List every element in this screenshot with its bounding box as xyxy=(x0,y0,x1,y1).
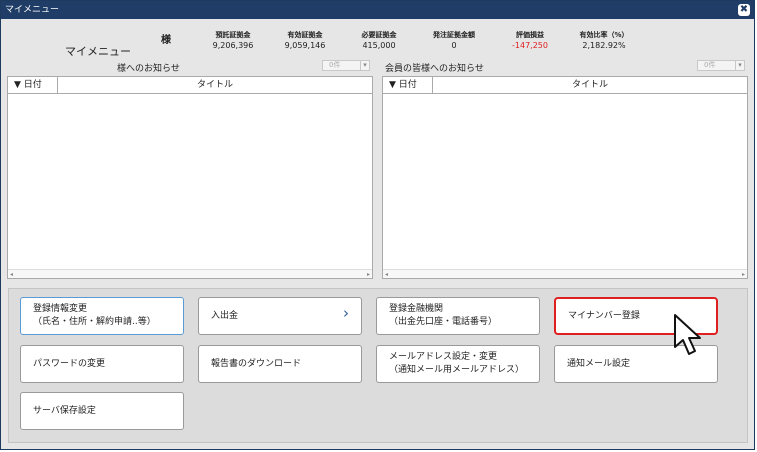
table-header: ▼ 日付 タイトル xyxy=(8,77,372,94)
mouse-cursor-icon xyxy=(674,314,701,355)
stat-order-margin: 発注証拠金額 0 xyxy=(414,30,494,50)
column-header-date[interactable]: ▼ 日付 xyxy=(383,77,433,94)
members-notice-label: 会員の皆様へのお知らせ xyxy=(385,64,484,74)
stat-value: 0 xyxy=(451,41,457,50)
stat-label: 預託証拠金 xyxy=(215,31,251,39)
stat-effective-margin: 有効証拠金 9,059,146 xyxy=(265,30,345,50)
window-titlebar: マイメニュー ✖ xyxy=(1,1,754,19)
personal-notice-label: 様へのお知らせ xyxy=(117,64,180,74)
count-value: 0件 xyxy=(329,61,341,69)
mymenu-window: マイメニュー ✖ 様 マイメニュー 預託証拠金 9,206,396 有効証拠金 … xyxy=(0,0,755,450)
report-download-button[interactable]: 報告書のダウンロード xyxy=(198,345,362,383)
button-label: メールアドレス設定・変更 （通知メール用メールアドレス） xyxy=(389,352,525,375)
button-label: 入出金 xyxy=(211,310,239,321)
chevron-right-icon: › xyxy=(343,304,349,322)
button-label: サーバ保存設定 xyxy=(33,405,96,416)
server-save-settings-button[interactable]: サーバ保存設定 xyxy=(20,392,184,430)
deposit-withdraw-button[interactable]: 入出金 › xyxy=(198,297,362,335)
scroll-right-icon[interactable]: ▸ xyxy=(742,270,745,279)
column-header-date[interactable]: ▼ 日付 xyxy=(8,77,58,94)
button-label: 登録情報変更 （氏名・住所・解約申請..等） xyxy=(33,304,156,327)
column-header-title[interactable]: タイトル xyxy=(58,77,372,94)
personal-notice-count-select[interactable]: 0件 ▾ xyxy=(322,60,370,71)
personal-notice-table: ▼ 日付 タイトル ◂ ▸ xyxy=(7,76,373,279)
button-label: 登録金融機関 （出金先口座・電話番号） xyxy=(389,304,498,327)
stat-unrealized-pl: 評価損益 -147,250 xyxy=(490,30,570,50)
scroll-left-icon[interactable]: ◂ xyxy=(385,270,388,279)
bank-registration-button[interactable]: 登録金融機関 （出金先口座・電話番号） xyxy=(376,297,540,335)
scroll-right-icon[interactable]: ▸ xyxy=(367,270,370,279)
button-label: 通知メール設定 xyxy=(567,358,631,369)
customer-sama: 様 xyxy=(161,35,171,46)
close-icon[interactable]: ✖ xyxy=(738,4,750,16)
stat-value: 2,182.92% xyxy=(582,41,626,50)
count-value: 0件 xyxy=(704,61,716,69)
horizontal-scrollbar[interactable]: ◂ ▸ xyxy=(8,269,372,278)
stat-label: 有効比率（%） xyxy=(579,31,629,39)
horizontal-scrollbar[interactable]: ◂ ▸ xyxy=(383,269,747,278)
menu-button-area: 登録情報変更 （氏名・住所・解約申請..等） 入出金 › 登録金融機関 （出金先… xyxy=(8,288,748,443)
column-header-title[interactable]: タイトル xyxy=(433,77,747,94)
password-change-button[interactable]: パスワードの変更 xyxy=(20,345,184,383)
chevron-down-icon: ▾ xyxy=(735,61,744,70)
stat-label: 発注証拠金額 xyxy=(433,31,475,39)
stat-value: 9,206,396 xyxy=(212,41,254,50)
chevron-down-icon: ▾ xyxy=(360,61,369,70)
mymenu-label: マイメニュー xyxy=(65,45,131,58)
stat-label: 評価損益 xyxy=(516,31,544,39)
window-title: マイメニュー xyxy=(5,5,60,15)
stat-deposit-margin: 預託証拠金 9,206,396 xyxy=(193,30,273,50)
stat-value: -147,250 xyxy=(512,41,548,50)
members-notice-table: ▼ 日付 タイトル ◂ ▸ xyxy=(382,76,748,279)
stat-effective-ratio: 有効比率（%） 2,182.92% xyxy=(564,30,644,50)
stat-value: 415,000 xyxy=(362,41,396,50)
scroll-left-icon[interactable]: ◂ xyxy=(10,270,13,279)
stat-label: 必要証拠金 xyxy=(361,31,397,39)
button-label: パスワードの変更 xyxy=(33,358,106,369)
stat-label: 有効証拠金 xyxy=(287,31,323,39)
button-label: 報告書のダウンロード xyxy=(211,358,302,369)
button-label: マイナンバー登録 xyxy=(568,310,640,321)
table-header: ▼ 日付 タイトル xyxy=(383,77,747,94)
members-notice-count-select[interactable]: 0件 ▾ xyxy=(697,60,745,71)
stat-required-margin: 必要証拠金 415,000 xyxy=(339,30,419,50)
email-settings-button[interactable]: メールアドレス設定・変更 （通知メール用メールアドレス） xyxy=(376,345,540,383)
stat-value: 9,059,146 xyxy=(284,41,326,50)
account-info-change-button[interactable]: 登録情報変更 （氏名・住所・解約申請..等） xyxy=(20,297,184,335)
